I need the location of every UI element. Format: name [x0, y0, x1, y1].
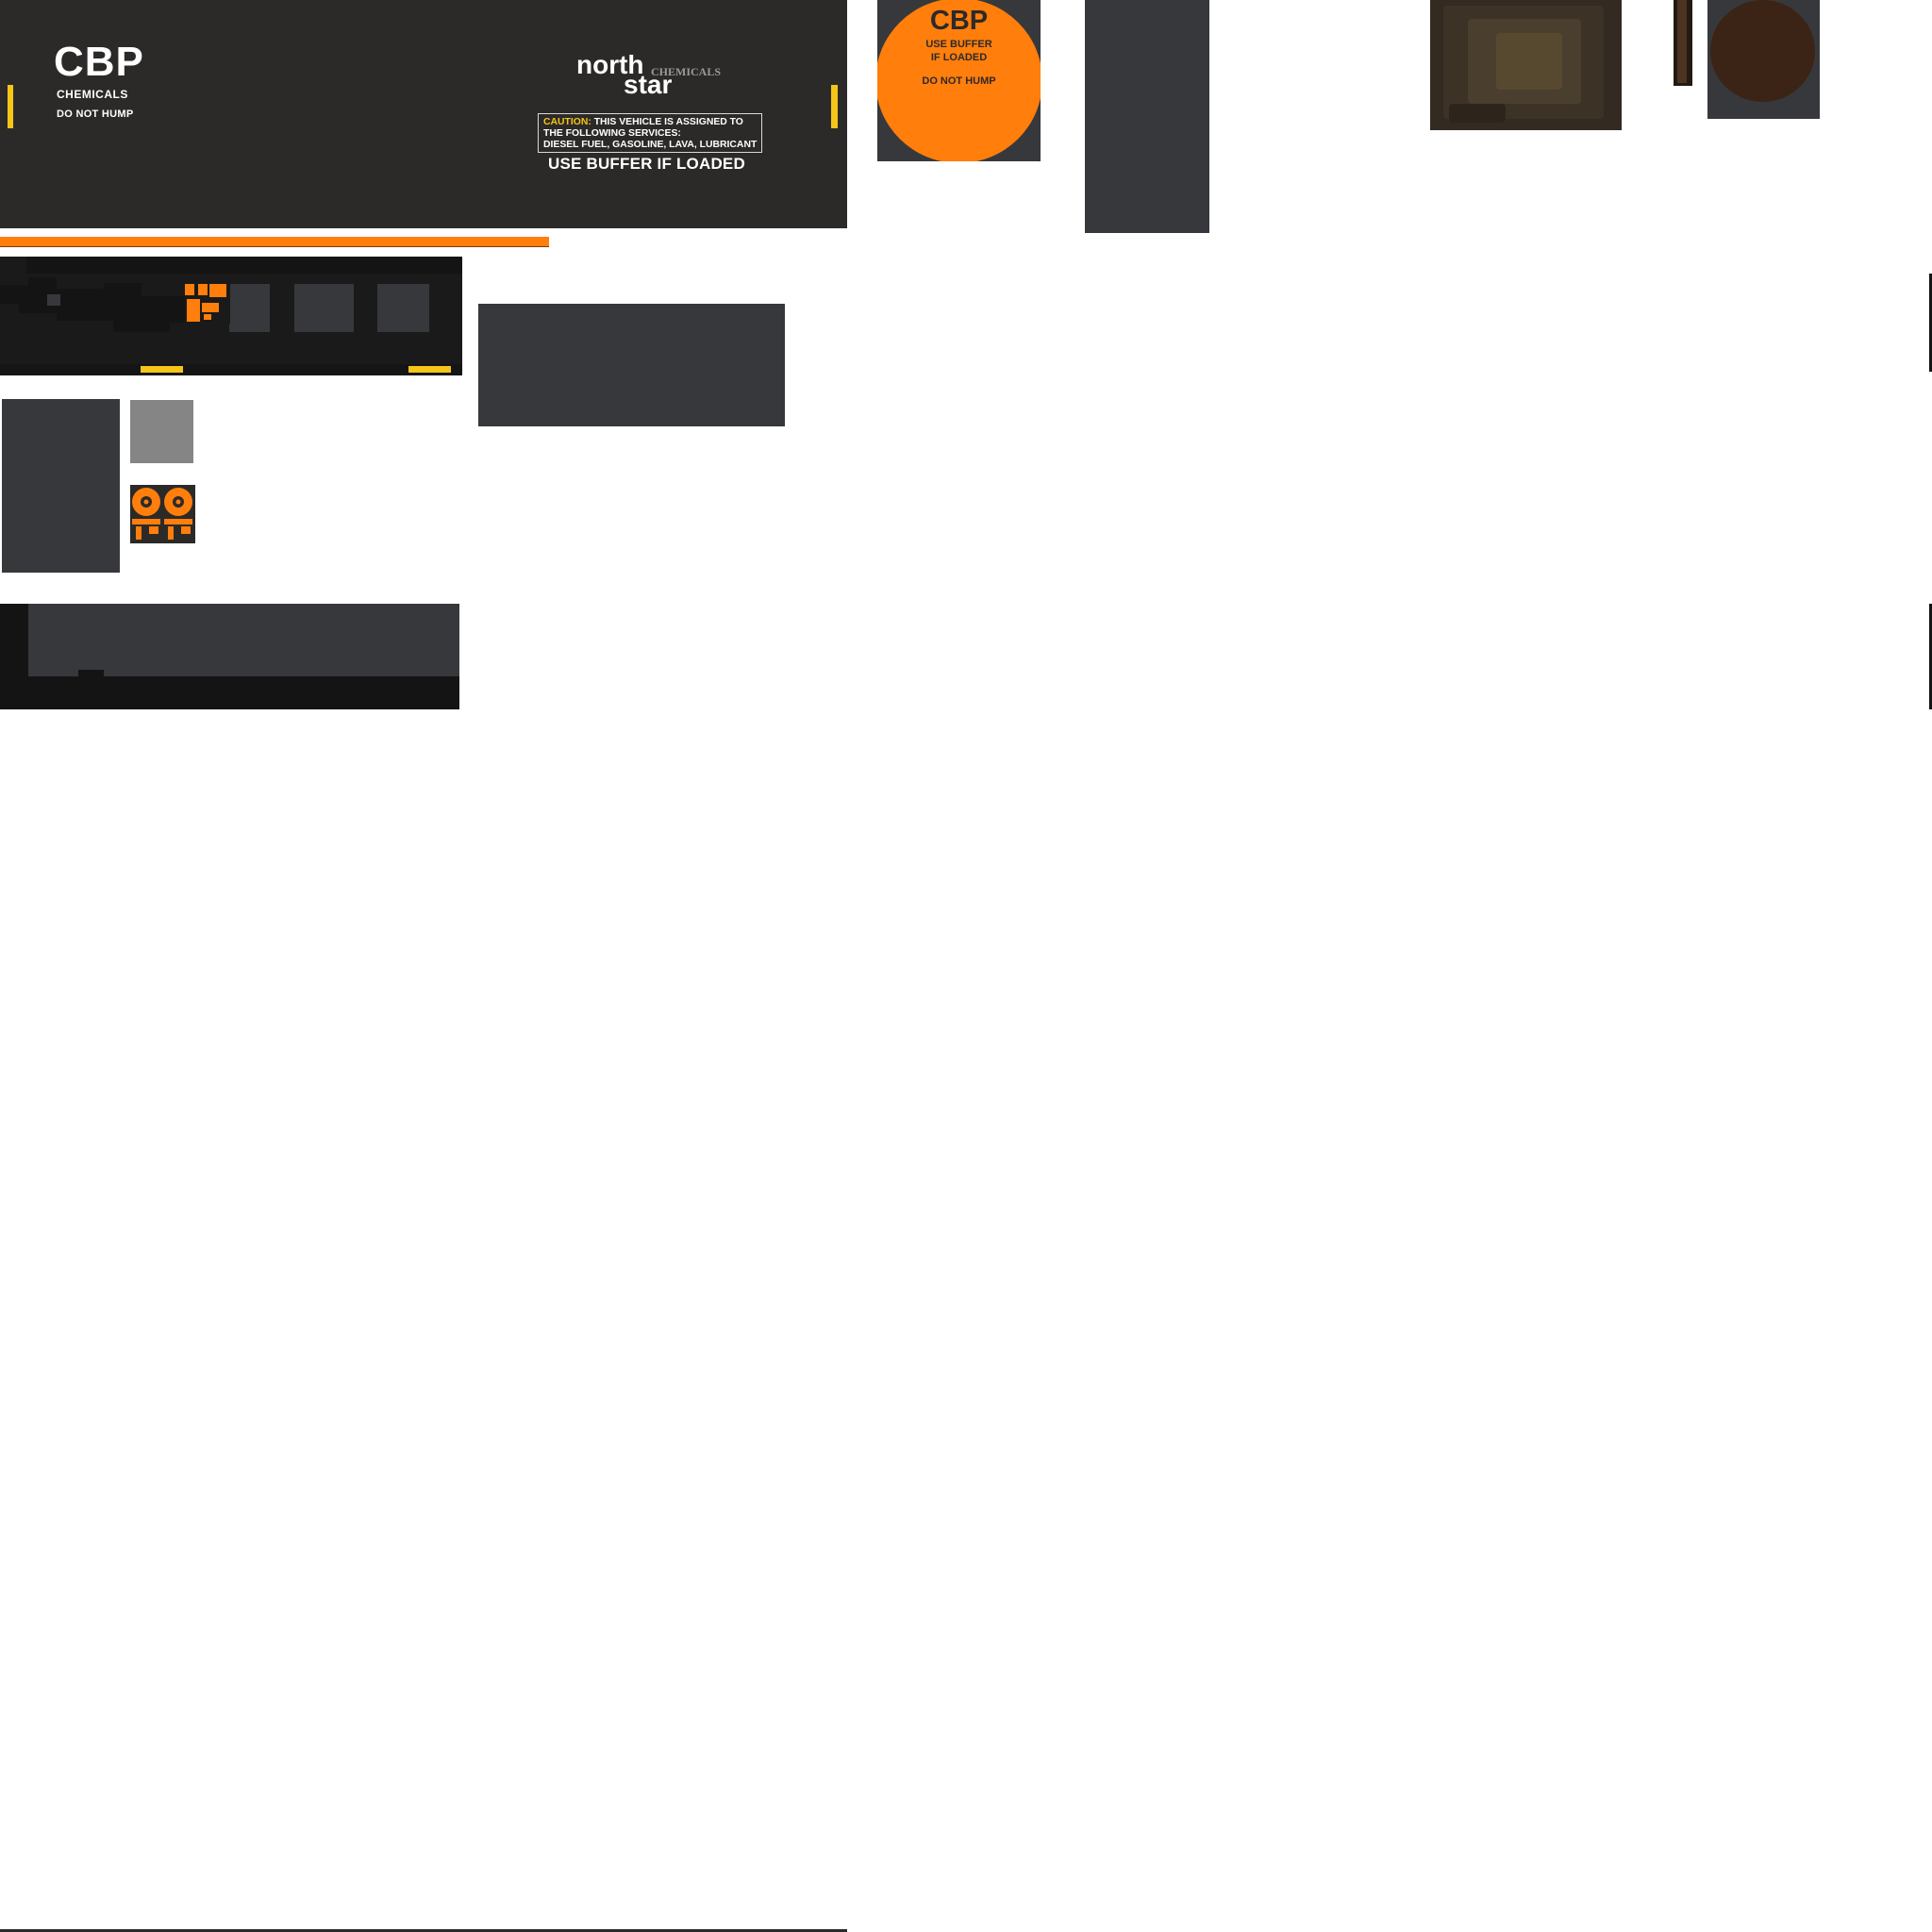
- circle-decal-notice: DO NOT HUMP: [922, 75, 996, 87]
- circle-decal-title: CBP: [929, 6, 989, 36]
- caution-line-2: THE FOLLOWING SERVICES:: [543, 128, 681, 140]
- small-panel-texture: [2, 399, 120, 573]
- roof-panel-texture: [478, 304, 785, 426]
- gray-swatch-texture: [130, 400, 193, 463]
- orange-wheel-texture: [130, 485, 195, 543]
- underframe-panel: [377, 284, 429, 332]
- brown-circle-panel: [1707, 0, 1820, 119]
- chassis-nub: [78, 670, 104, 677]
- orange-stripe-texture: [0, 237, 549, 247]
- weathered-texture: [1430, 0, 1622, 130]
- cbp-logo-subtitle: CHEMICALS: [57, 88, 128, 101]
- underframe-bottom-stripe: [0, 364, 462, 375]
- brown-circle-texture: [1710, 0, 1815, 102]
- do-not-hump-notice: DO NOT HUMP: [57, 108, 134, 120]
- chassis-base: [0, 676, 459, 709]
- underframe-panel: [294, 284, 354, 332]
- wheel-icon: [132, 488, 192, 540]
- circle-decal-panel: CBP USE BUFFER IF LOADED DO NOT HUMP: [877, 0, 1041, 161]
- northstar-logo-star: star: [624, 70, 673, 99]
- chassis-texture: [0, 604, 459, 709]
- brown-bar-texture: [1674, 0, 1692, 86]
- circle-decal-line-1: USE BUFFER: [925, 39, 992, 50]
- left-yellow-marker: [8, 85, 13, 128]
- brown-bar-inner: [1677, 0, 1687, 83]
- cbp-logo-title: CBP: [54, 39, 144, 85]
- grime-patch: [1496, 33, 1562, 90]
- caution-line-1: THIS VEHICLE IS ASSIGNED TO: [593, 117, 743, 127]
- use-buffer-notice: USE BUFFER IF LOADED: [548, 155, 745, 173]
- underframe-yellow-marker: [408, 366, 451, 373]
- end-panel-texture: [1085, 0, 1209, 233]
- underframe-texture: [0, 257, 462, 375]
- grime-patch: [1449, 104, 1506, 123]
- circle-decal-buffer-text: USE BUFFER IF LOADED: [877, 38, 1041, 64]
- caution-label: CAUTION:: [543, 117, 591, 127]
- caution-notice-box: CAUTION: THIS VEHICLE IS ASSIGNED TO THE…: [538, 113, 762, 153]
- underframe-top-rail: [26, 257, 462, 274]
- circle-decal-line-2: IF LOADED: [930, 52, 988, 63]
- car-side-panel: CBP CHEMICALS DO NOT HUMP north CHEMICAL…: [0, 0, 847, 228]
- underframe-yellow-marker: [141, 366, 183, 373]
- underframe-panel: [229, 284, 270, 332]
- underframe-orange-logo: [185, 284, 230, 324]
- orange-circle-decal: CBP USE BUFFER IF LOADED DO NOT HUMP: [877, 0, 1041, 161]
- caution-line-3: DIESEL FUEL, GASOLINE, LAVA, LUBRICANT: [543, 140, 758, 151]
- right-yellow-marker: [831, 85, 838, 128]
